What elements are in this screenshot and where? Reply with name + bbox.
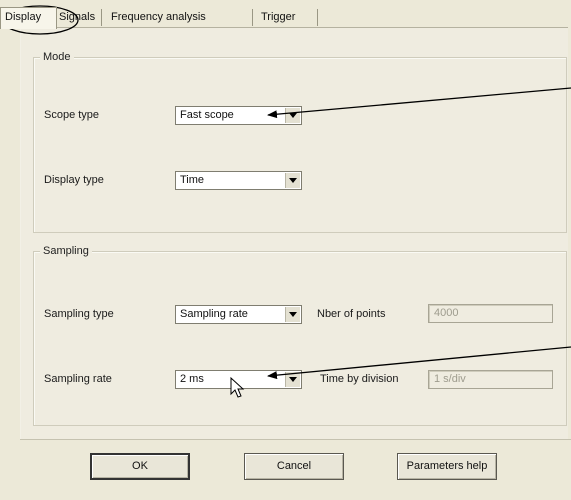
- time-by-division-value: 1 s/div: [434, 373, 466, 385]
- display-type-select[interactable]: Time: [175, 171, 302, 190]
- display-type-label: Display type: [44, 174, 104, 186]
- mode-group: Mode: [33, 51, 567, 233]
- scope-type-value: Fast scope: [180, 109, 234, 121]
- tab-signals[interactable]: Signals: [53, 9, 102, 26]
- sampling-group: Sampling: [33, 245, 567, 426]
- sampling-rate-value: 2 ms: [180, 373, 204, 385]
- cancel-button[interactable]: Cancel: [244, 453, 344, 480]
- tab-strip: Display Signals Frequency analysis Trigg…: [0, 0, 571, 29]
- parameters-dialog: Display Signals Frequency analysis Trigg…: [0, 0, 571, 500]
- divider: [20, 439, 571, 440]
- tab-display[interactable]: Display: [0, 7, 57, 29]
- scope-type-label: Scope type: [44, 109, 100, 121]
- sampling-rate-select[interactable]: 2 ms: [175, 370, 302, 389]
- time-by-division-label: Time by division: [320, 373, 399, 385]
- ok-button[interactable]: OK: [90, 453, 190, 480]
- dropdown-arrow-icon[interactable]: [285, 307, 300, 322]
- nber-of-points-label: Nber of points: [317, 308, 386, 320]
- sampling-type-value: Sampling rate: [180, 308, 248, 320]
- time-by-division-field[interactable]: 1 s/div: [428, 370, 553, 389]
- tab-trigger[interactable]: Trigger: [252, 9, 318, 26]
- scope-type-select[interactable]: Fast scope: [175, 106, 302, 125]
- dropdown-arrow-icon[interactable]: [285, 372, 300, 387]
- display-type-value: Time: [180, 174, 205, 186]
- dropdown-arrow-icon[interactable]: [285, 173, 300, 188]
- parameters-help-button[interactable]: Parameters help: [397, 453, 497, 480]
- mode-group-legend: Mode: [40, 51, 74, 63]
- sampling-type-label: Sampling type: [44, 308, 114, 320]
- sampling-type-select[interactable]: Sampling rate: [175, 305, 302, 324]
- dropdown-arrow-icon[interactable]: [285, 108, 300, 123]
- sampling-rate-label: Sampling rate: [44, 373, 112, 385]
- nber-of-points-value: 4000: [434, 307, 459, 319]
- nber-of-points-field[interactable]: 4000: [428, 304, 553, 323]
- sampling-group-legend: Sampling: [40, 245, 92, 257]
- tab-frequency-analysis[interactable]: Frequency analysis: [102, 9, 253, 26]
